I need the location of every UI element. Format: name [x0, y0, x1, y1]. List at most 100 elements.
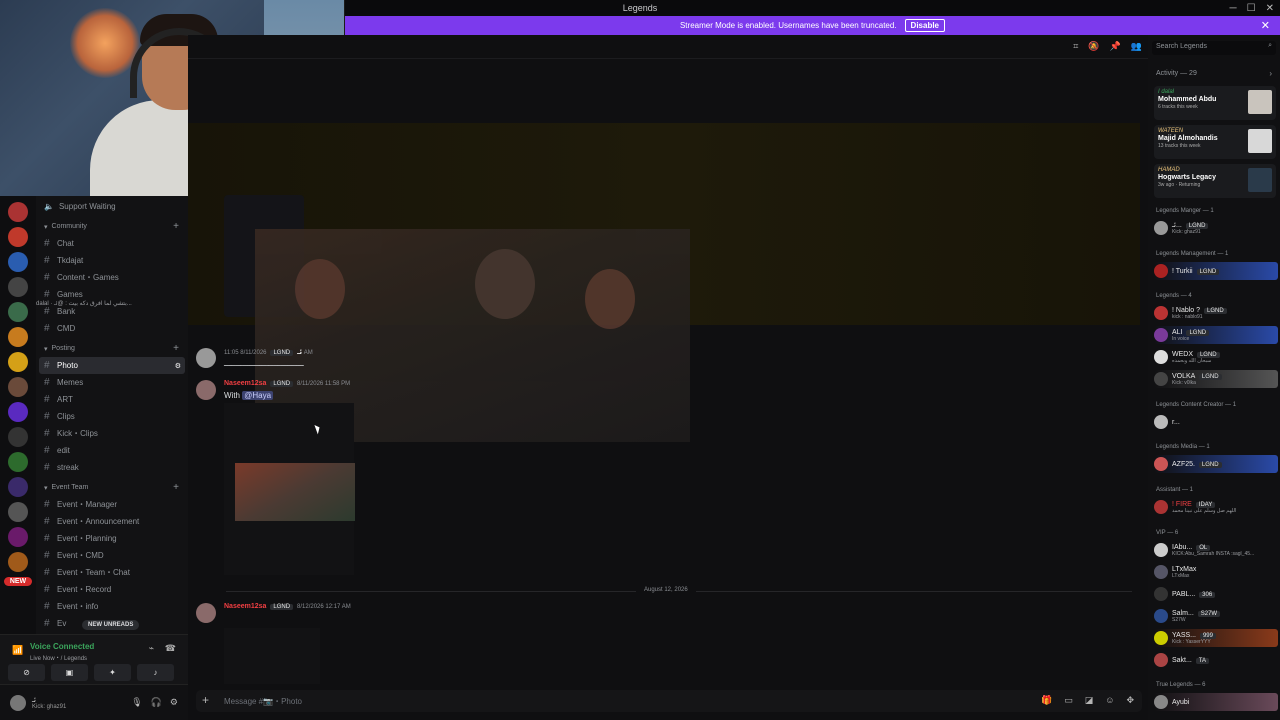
- disconnect-icon[interactable]: ☎: [165, 643, 176, 654]
- notification-settings-icon[interactable]: 🔕: [1088, 41, 1099, 52]
- member-item[interactable]: YASS... 999 Kick : YasserYYY: [1154, 629, 1278, 647]
- threads-icon[interactable]: ⌗: [1073, 41, 1078, 52]
- image-attachment[interactable]: [224, 403, 355, 575]
- server-icon[interactable]: [8, 302, 28, 322]
- member-item[interactable]: r...: [1154, 413, 1278, 431]
- avatar[interactable]: [10, 694, 26, 711]
- close-window-icon[interactable]: ✕: [1266, 3, 1274, 14]
- user-mention[interactable]: @Haya: [242, 391, 274, 400]
- gear-icon[interactable]: ⚙: [170, 697, 178, 708]
- search-input[interactable]: Search Legends ⌕: [1152, 41, 1276, 55]
- add-channel-icon[interactable]: +: [173, 482, 179, 493]
- maximize-icon[interactable]: ☐: [1247, 3, 1256, 14]
- server-icon[interactable]: [8, 252, 28, 272]
- member-item[interactable]: IAbu... OL KICK:Abu_Samrah INSTA :sagl_45…: [1154, 541, 1278, 559]
- channel-item[interactable]: # Event・Announcement: [36, 513, 188, 530]
- server-icon[interactable]: [8, 552, 28, 572]
- server-icon[interactable]: [8, 452, 28, 472]
- activity-card[interactable]: I dalal Mohammed Abdu 6 tracks this week: [1154, 86, 1276, 120]
- server-icon[interactable]: [8, 202, 28, 222]
- apps-icon[interactable]: ✥: [1126, 695, 1134, 706]
- channel-item[interactable]: # Chat: [36, 235, 188, 252]
- activities-button[interactable]: ✦: [94, 664, 131, 681]
- category-community[interactable]: ▾ Community +: [36, 218, 188, 235]
- avatar[interactable]: [196, 348, 216, 368]
- channel-item[interactable]: # Event・Record: [36, 581, 188, 598]
- pin-icon[interactable]: 📌: [1110, 41, 1121, 52]
- member-item[interactable]: PABL... 306: [1154, 585, 1278, 603]
- server-icon[interactable]: [8, 477, 28, 497]
- category-event-team[interactable]: ▾ Event Team +: [36, 479, 188, 496]
- headphones-icon[interactable]: 🎧: [151, 697, 162, 708]
- noise-suppression-icon[interactable]: ⌁: [149, 643, 154, 654]
- channel-support-waiting[interactable]: 🔈 Support Waiting: [36, 198, 188, 215]
- minimize-icon[interactable]: ─: [1230, 3, 1237, 14]
- emoji-icon[interactable]: ☺: [1105, 695, 1114, 706]
- member-item[interactable]: ! Turkii LGND: [1154, 262, 1278, 280]
- member-item[interactable]: Ayubi: [1154, 693, 1278, 711]
- disable-streamer-mode-button[interactable]: Disable: [904, 19, 946, 32]
- channel-item[interactable]: # streak: [36, 459, 188, 476]
- avatar[interactable]: [196, 603, 216, 623]
- channel-item[interactable]: # Event・CMD: [36, 547, 188, 564]
- server-icon[interactable]: [8, 227, 28, 247]
- member-item[interactable]: LTxMax LTxMax: [1154, 563, 1278, 581]
- screen-share-button[interactable]: ▣: [51, 664, 88, 681]
- close-banner-icon[interactable]: ✕: [1261, 19, 1270, 32]
- member-item[interactable]: ! Nablo ? LGND kick : nablo91: [1154, 304, 1278, 322]
- channel-settings-icon[interactable]: ⚙: [175, 362, 181, 370]
- attached-photo[interactable]: [235, 463, 355, 521]
- message-composer[interactable]: + Message #📷・Photo 🎁 ▭ ◪ ☺ ✥: [196, 690, 1142, 712]
- channel-item[interactable]: # Memes: [36, 374, 188, 391]
- reply-snippet[interactable]: dalal · بتشي لما افرق دكه بيت : @ئـ...: [36, 300, 132, 307]
- member-item[interactable]: ALI LGND In voice: [1154, 326, 1278, 344]
- camera-off-button[interactable]: ⊘: [8, 664, 45, 681]
- server-icon[interactable]: [8, 327, 28, 347]
- activity-card[interactable]: HAMAD Hogwarts Legacy 3w ago · Returning: [1154, 164, 1276, 198]
- channel-item[interactable]: # Event・info: [36, 598, 188, 615]
- member-item[interactable]: VOLKA LGND Kick: v0lka: [1154, 370, 1278, 388]
- server-icon[interactable]: [8, 277, 28, 297]
- member-item[interactable]: ! FIRE IDAY اللهم صل وسلم على نبينا محمد: [1154, 498, 1278, 516]
- channel-item[interactable]: # Tkdajat: [36, 252, 188, 269]
- channel-item[interactable]: # CMD: [36, 320, 188, 337]
- channel-item[interactable]: # Content・Games: [36, 269, 188, 286]
- channel-item[interactable]: # ART: [36, 391, 188, 408]
- message-author[interactable]: Naseem12sa: [224, 380, 266, 387]
- channel-item[interactable]: # Event・Planning: [36, 530, 188, 547]
- attach-plus-icon[interactable]: +: [202, 693, 209, 707]
- add-channel-icon[interactable]: +: [173, 343, 179, 354]
- channel-item[interactable]: # Event・Manager: [36, 496, 188, 513]
- new-unreads-pill[interactable]: NEW UNREADS: [82, 620, 140, 630]
- avatar[interactable]: [196, 380, 216, 400]
- microphone-icon[interactable]: 🎙: [131, 697, 142, 708]
- channel-item[interactable]: # edit: [36, 442, 188, 459]
- server-icon[interactable]: [8, 502, 28, 522]
- member-item[interactable]: Salm... S27W S27W: [1154, 607, 1278, 625]
- image-attachment[interactable]: [224, 628, 320, 684]
- channel-item[interactable]: # Clips: [36, 408, 188, 425]
- message-author[interactable]: Naseem12sa: [224, 603, 266, 610]
- add-channel-icon[interactable]: +: [173, 221, 179, 232]
- server-icon[interactable]: [8, 377, 28, 397]
- member-list-icon[interactable]: 👥: [1131, 41, 1142, 52]
- category-posting[interactable]: ▾ Posting +: [36, 340, 188, 357]
- server-icon[interactable]: [8, 402, 28, 422]
- message-input[interactable]: Message #📷・Photo: [224, 696, 302, 707]
- member-item[interactable]: Sakt... TA: [1154, 651, 1278, 669]
- channel-item[interactable]: # Kick・Clips: [36, 425, 188, 442]
- member-item[interactable]: ئـ... LGND Kick: ghaz91: [1154, 219, 1278, 237]
- chevron-right-icon[interactable]: ›: [1269, 69, 1272, 78]
- activity-card[interactable]: WATEEN Majid Almohandis 13 tracks this w…: [1154, 125, 1276, 159]
- server-icon[interactable]: [8, 527, 28, 547]
- server-icon[interactable]: [8, 352, 28, 372]
- sticker-icon[interactable]: ◪: [1085, 695, 1094, 706]
- channel-item[interactable]: # Event・Team・Chat: [36, 564, 188, 581]
- server-icon[interactable]: [8, 427, 28, 447]
- member-item[interactable]: AZF25. LGND: [1154, 455, 1278, 473]
- gif-icon[interactable]: ▭: [1064, 695, 1073, 706]
- gift-icon[interactable]: 🎁: [1041, 695, 1052, 706]
- channel-item-active[interactable]: # Photo ⚙: [39, 357, 185, 374]
- member-item[interactable]: WEDX LGND سبحان الله وبحمده: [1154, 348, 1278, 366]
- soundboard-button[interactable]: ♪: [137, 664, 174, 681]
